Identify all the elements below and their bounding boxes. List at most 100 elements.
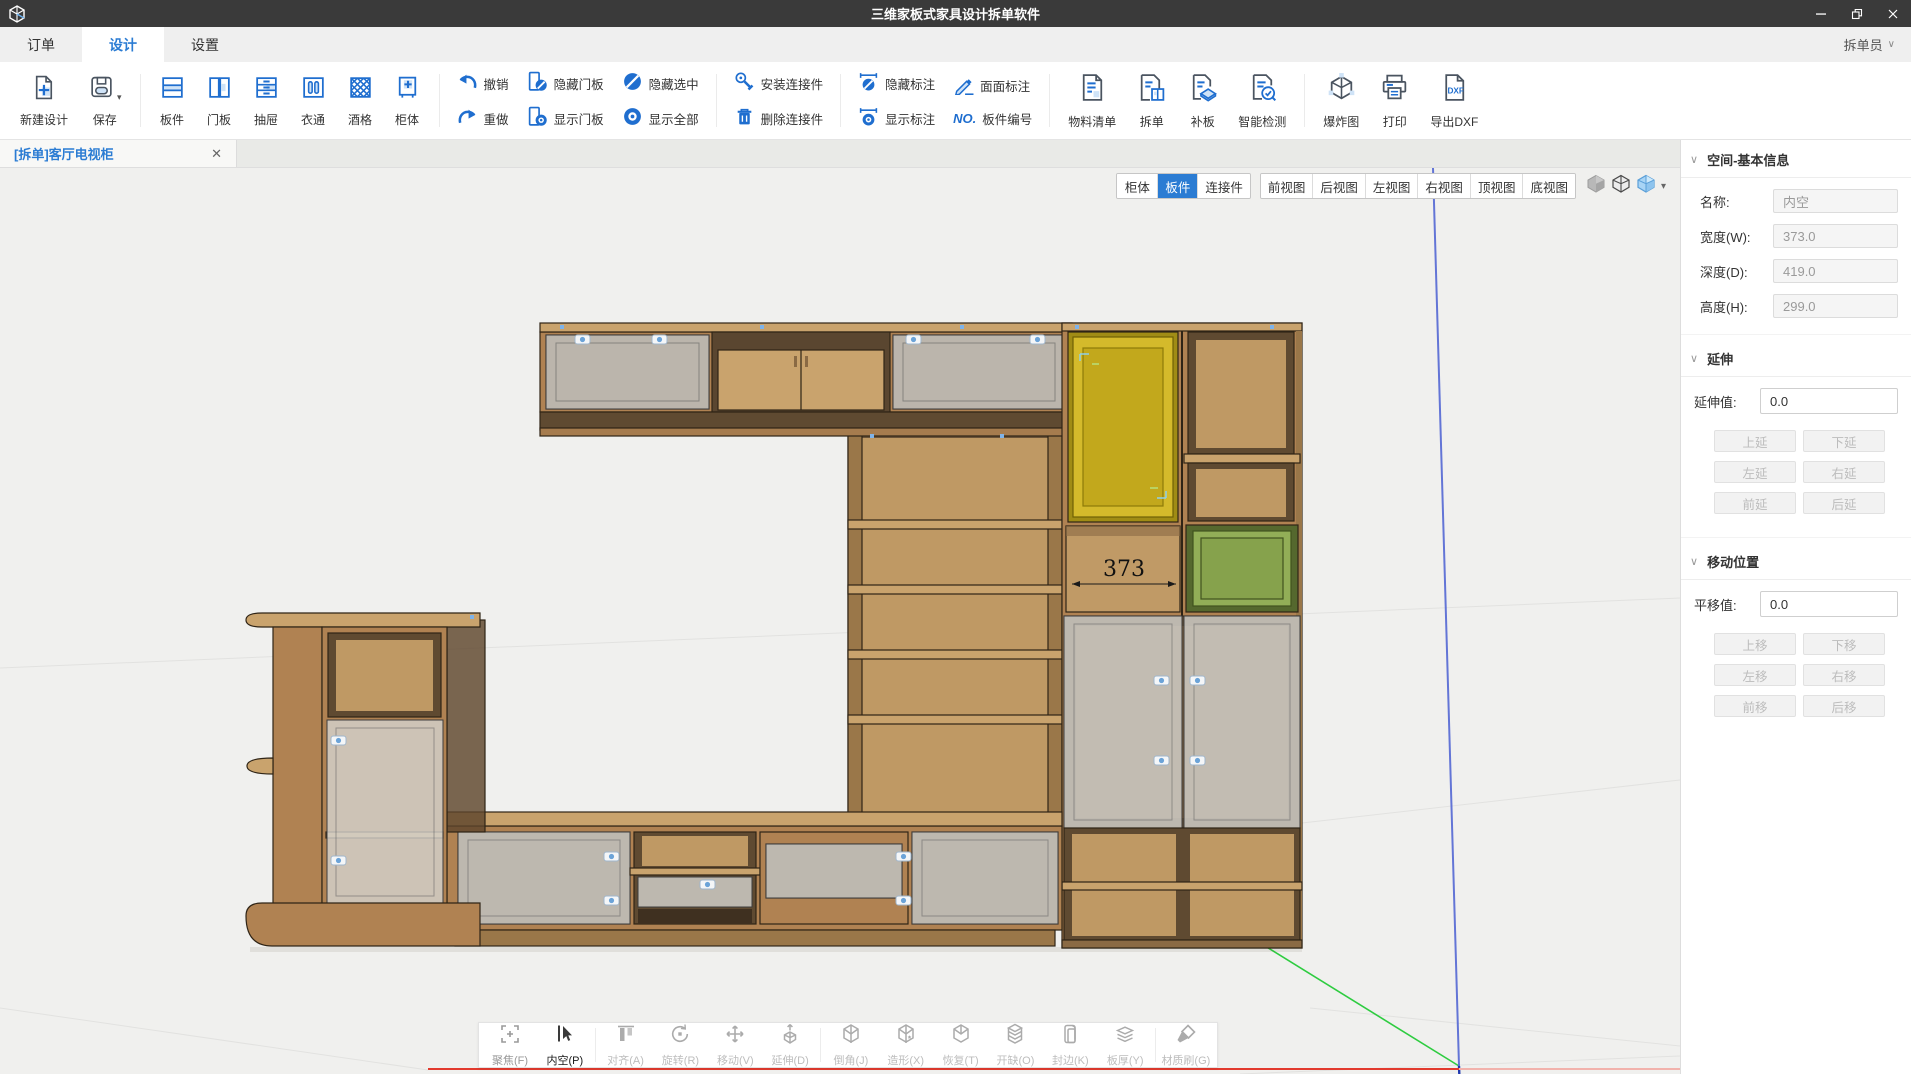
face-dimension-button[interactable]: 面面标注: [953, 74, 1032, 98]
export-dxf-button[interactable]: DXF 导出DXF: [1420, 72, 1488, 130]
extend-value-input[interactable]: [1760, 388, 1898, 414]
section-extend-header[interactable]: ∨ 延伸: [1681, 339, 1911, 377]
shape-tool[interactable]: 造形(X): [881, 1022, 931, 1068]
width-input[interactable]: [1773, 224, 1898, 248]
view-back-button[interactable]: 后视图: [1312, 174, 1365, 198]
upper-left-glass-door[interactable]: [546, 335, 709, 409]
show-door-button[interactable]: 显示门板: [527, 106, 604, 130]
edge-band-tool[interactable]: 封边(K): [1045, 1022, 1095, 1068]
inner-space-tool[interactable]: 内空(P): [540, 1022, 590, 1068]
move-up-button[interactable]: 上移: [1714, 633, 1796, 655]
middle-shelf-column[interactable]: [848, 430, 1062, 820]
wine-rack-button[interactable]: 酒格: [337, 74, 384, 128]
selected-space-highlight[interactable]: [1068, 332, 1178, 522]
extend-tool[interactable]: 延伸(D): [765, 1022, 815, 1068]
view-bottom-button[interactable]: 底视图: [1522, 174, 1575, 198]
door-panel-button[interactable]: 门板: [196, 74, 243, 128]
view-front-button[interactable]: 前视图: [1261, 174, 1313, 198]
depth-input[interactable]: [1773, 259, 1898, 283]
render-mode-caret[interactable]: ▾: [1661, 181, 1666, 192]
extend-left-button[interactable]: 左延: [1714, 461, 1796, 483]
move-back-button[interactable]: 后移: [1803, 695, 1885, 717]
base-cabinet-row[interactable]: [447, 812, 1062, 946]
save-button[interactable]: ▾ 保存: [78, 74, 132, 128]
upper-right-glass-door[interactable]: [893, 335, 1065, 409]
hide-selected-button[interactable]: 隐藏选中: [622, 71, 699, 95]
move-tool[interactable]: 移动(V): [710, 1022, 760, 1068]
mode-connector-button[interactable]: 连接件: [1197, 174, 1250, 198]
notch-tool[interactable]: 开缺(O): [990, 1022, 1040, 1068]
document-tab[interactable]: [拆单]客厅电视柜 ✕: [0, 140, 237, 167]
explode-view-button[interactable]: 爆炸图: [1313, 72, 1369, 130]
extend-down-button[interactable]: 下延: [1803, 430, 1885, 452]
move-right-button[interactable]: 右移: [1803, 664, 1885, 686]
view-left-button[interactable]: 左视图: [1365, 174, 1418, 198]
render-solid-icon[interactable]: [1585, 174, 1607, 199]
install-connector-button[interactable]: 安装连接件: [734, 71, 824, 95]
extend-up-button[interactable]: 上延: [1714, 430, 1796, 452]
secondary-space-highlight[interactable]: [1186, 525, 1298, 612]
new-design-button[interactable]: 新建设计: [10, 74, 78, 128]
render-wireframe-icon[interactable]: [1610, 174, 1632, 199]
left-unit-top-shelf[interactable]: [246, 613, 480, 627]
base-glass-door-left[interactable]: [458, 832, 630, 924]
close-button[interactable]: [1875, 0, 1911, 27]
move-down-button[interactable]: 下移: [1803, 633, 1885, 655]
redo-button[interactable]: 重做: [457, 106, 509, 130]
show-all-button[interactable]: 显示全部: [622, 106, 699, 130]
patch-board-button[interactable]: 补板: [1177, 72, 1228, 130]
material-brush-tool[interactable]: 材质刷(G): [1161, 1022, 1211, 1068]
drawer-button[interactable]: 抽屉: [243, 74, 290, 128]
base-glass-drawer[interactable]: [766, 844, 902, 898]
board-thickness-tool[interactable]: 板厚(Y): [1100, 1022, 1150, 1068]
cabinet-body-button[interactable]: 柜体: [384, 74, 431, 128]
focus-tool[interactable]: 聚焦(F): [485, 1022, 535, 1068]
save-dropdown-caret[interactable]: ▾: [117, 92, 122, 103]
move-left-button[interactable]: 左移: [1714, 664, 1796, 686]
left-unit-curved-shelf[interactable]: [247, 758, 273, 774]
view-right-button[interactable]: 右视图: [1417, 174, 1470, 198]
undo-button[interactable]: 撤销: [457, 71, 509, 95]
translate-value-input[interactable]: [1760, 591, 1898, 617]
delete-connector-button[interactable]: 删除连接件: [734, 106, 824, 130]
furniture-3d-view[interactable]: 373: [0, 168, 1680, 1074]
upper-cabinet-row[interactable]: [540, 323, 1072, 436]
user-role-dropdown[interactable]: 拆单员 ∨: [1844, 27, 1895, 62]
tab-close-icon[interactable]: ✕: [211, 146, 222, 162]
chamfer-tool[interactable]: 倒角(J): [826, 1022, 876, 1068]
right-unit-glass-door-left[interactable]: [1064, 616, 1182, 828]
mode-panel-button[interactable]: 板件: [1157, 174, 1197, 198]
view-top-button[interactable]: 顶视图: [1470, 174, 1523, 198]
hide-dimension-button[interactable]: 隐藏标注: [858, 71, 935, 95]
smart-check-button[interactable]: 智能检测: [1228, 72, 1296, 130]
show-dimension-button[interactable]: 显示标注: [858, 106, 935, 130]
base-middle-glass-front[interactable]: [638, 877, 752, 907]
render-transparent-icon[interactable]: [1635, 174, 1657, 199]
panel-number-button[interactable]: NO. 板件编号: [953, 109, 1032, 128]
space-name-input[interactable]: [1773, 189, 1898, 213]
material-list-button[interactable]: 物料清单: [1058, 72, 1126, 130]
left-unit-glass-door[interactable]: [327, 720, 443, 904]
section-move-header[interactable]: ∨ 移动位置: [1681, 542, 1911, 580]
print-button[interactable]: 打印: [1369, 72, 1420, 130]
clothes-rail-button[interactable]: 衣通: [290, 74, 337, 128]
minimize-button[interactable]: [1803, 0, 1839, 27]
extend-back-button[interactable]: 后延: [1803, 492, 1885, 514]
extend-front-button[interactable]: 前延: [1714, 492, 1796, 514]
menu-tab-design[interactable]: 设计: [82, 27, 164, 62]
split-order-button[interactable]: 拆单: [1126, 72, 1177, 130]
right-tall-unit[interactable]: [1062, 323, 1302, 948]
extend-right-button[interactable]: 右延: [1803, 461, 1885, 483]
3d-viewport[interactable]: 373 柜体 板件 连接件 前视图 后视图 左视图 右视图 顶视图 底视图: [0, 168, 1680, 1074]
restore-tool[interactable]: 恢复(T): [936, 1022, 986, 1068]
move-front-button[interactable]: 前移: [1714, 695, 1796, 717]
base-glass-door-right[interactable]: [912, 832, 1058, 924]
section-basic-info-header[interactable]: ∨ 空间-基本信息: [1681, 140, 1911, 178]
rotate-tool[interactable]: 旋转(R): [655, 1022, 705, 1068]
hide-door-button[interactable]: 隐藏门板: [527, 71, 604, 95]
height-input[interactable]: [1773, 294, 1898, 318]
mode-cabinet-button[interactable]: 柜体: [1117, 174, 1157, 198]
left-unit-plinth[interactable]: [246, 903, 480, 946]
menu-tab-orders[interactable]: 订单: [0, 27, 82, 62]
menu-tab-settings[interactable]: 设置: [164, 27, 246, 62]
